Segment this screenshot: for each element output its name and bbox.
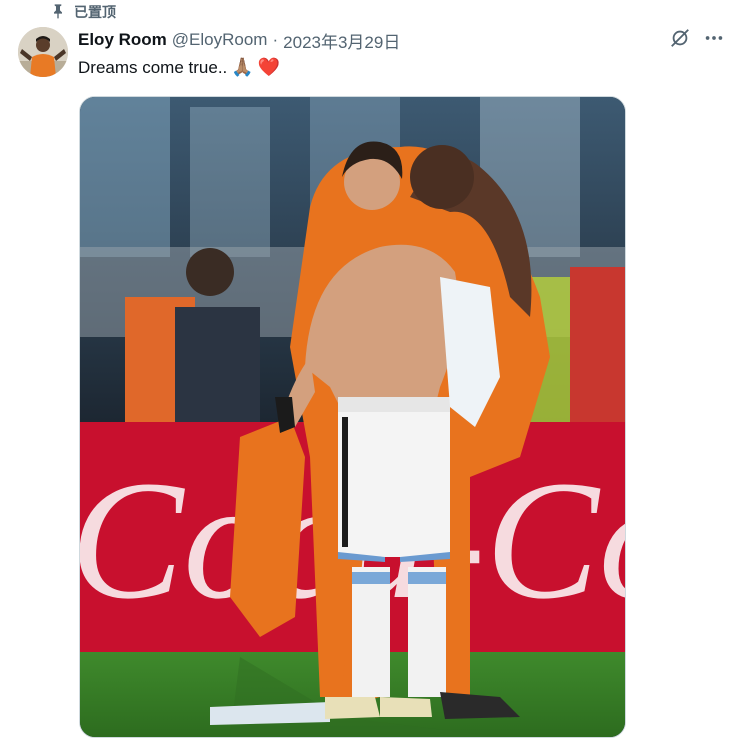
tweet-text: Dreams come true.. 🙏🏽 ❤️ xyxy=(78,56,280,80)
author-handle[interactable]: @EloyRoom xyxy=(172,30,268,50)
grok-button[interactable] xyxy=(668,28,692,52)
pinned-indicator: 已置顶 xyxy=(50,2,116,22)
separator-dot: · xyxy=(272,30,279,49)
pinned-label: 已置顶 xyxy=(74,4,116,20)
grok-icon xyxy=(669,27,691,54)
author-name[interactable]: Eloy Room xyxy=(78,30,167,50)
tweet-photo[interactable]: Coca-Cola xyxy=(79,96,626,738)
heart-emoji: ❤️ xyxy=(257,57,281,78)
pin-icon xyxy=(50,3,66,22)
tweet-header: Eloy Room @EloyRoom · 2023年3月29日 xyxy=(78,28,400,53)
tweet-body: Dreams come true.. xyxy=(78,58,228,77)
pray-emoji: 🙏🏽 xyxy=(231,57,254,78)
author-avatar[interactable] xyxy=(18,27,68,77)
more-button[interactable] xyxy=(702,28,726,52)
tweet-date[interactable]: 2023年3月29日 xyxy=(283,28,400,53)
more-icon xyxy=(703,27,725,54)
